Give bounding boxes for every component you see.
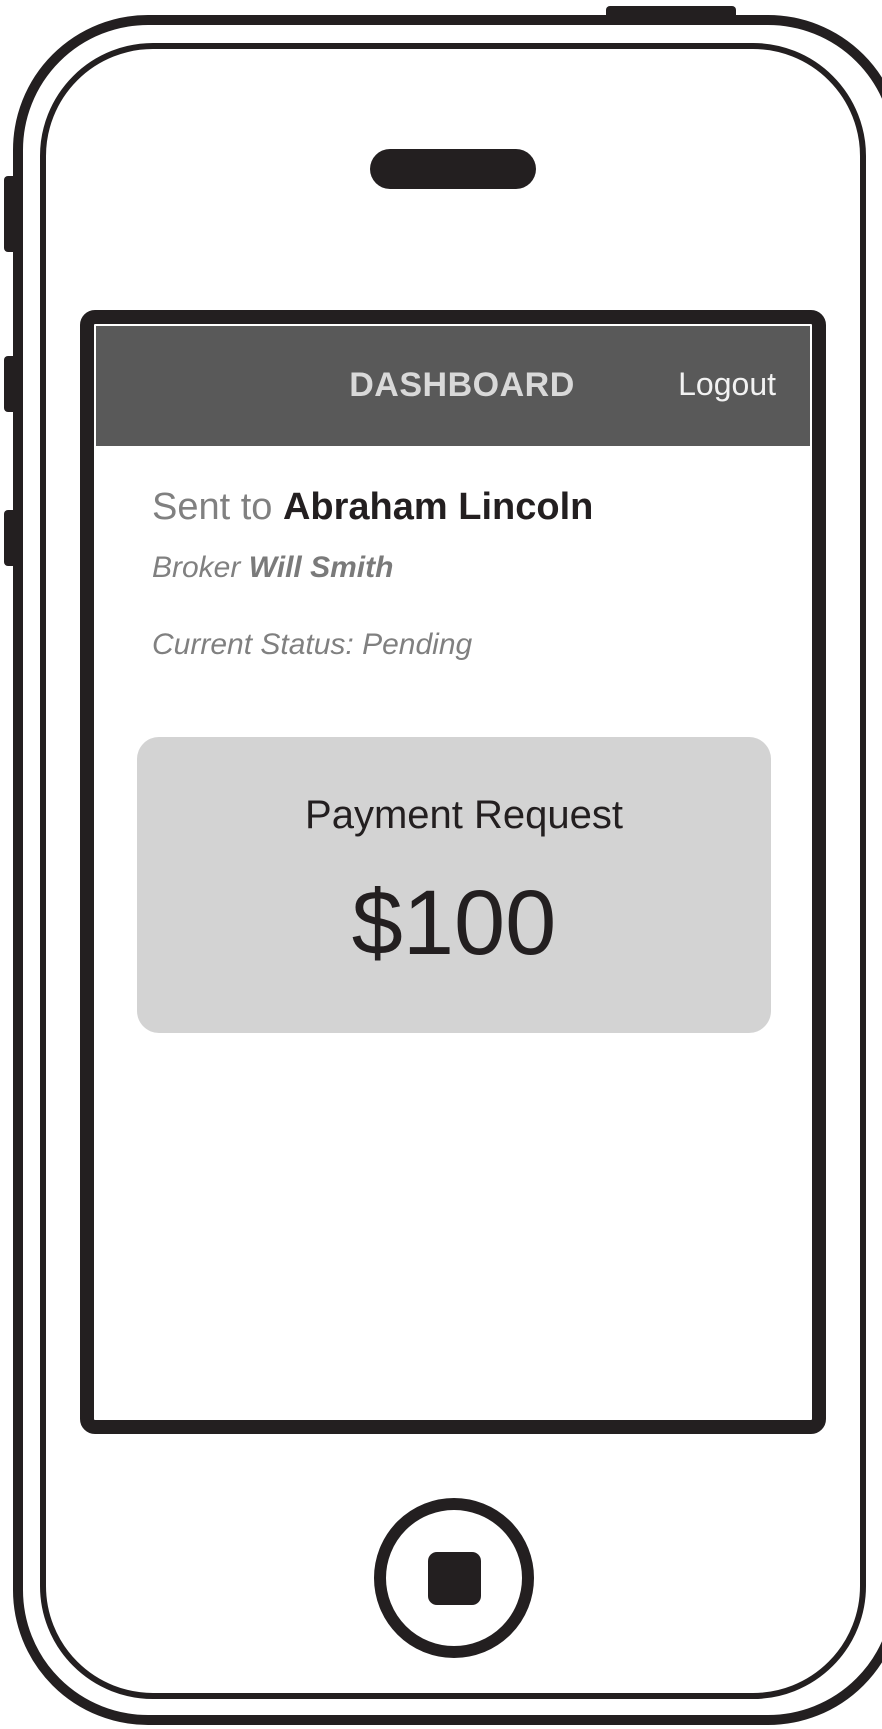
recipient-label: Sent to bbox=[152, 486, 283, 528]
speaker-grille-icon bbox=[370, 149, 536, 189]
recipient-line: Sent to Abraham Lincoln bbox=[152, 486, 593, 529]
app-screen: DASHBOARD Logout Sent to Abraham Lincoln… bbox=[96, 326, 810, 1418]
top-nav-bar: DASHBOARD Logout bbox=[96, 326, 810, 446]
home-button-icon[interactable] bbox=[374, 1498, 534, 1658]
broker-name: Will Smith bbox=[248, 551, 394, 584]
logout-button[interactable]: Logout bbox=[678, 366, 776, 403]
payment-request-title: Payment Request bbox=[305, 793, 623, 837]
recipient-name: Abraham Lincoln bbox=[282, 486, 594, 528]
payment-request-card[interactable]: Payment Request $100 bbox=[137, 737, 771, 1033]
payment-amount: $100 bbox=[351, 872, 557, 974]
broker-label: Broker bbox=[152, 551, 249, 584]
status-text: Current Status: Pending bbox=[152, 628, 473, 661]
broker-line: Broker Will Smith bbox=[152, 551, 393, 585]
